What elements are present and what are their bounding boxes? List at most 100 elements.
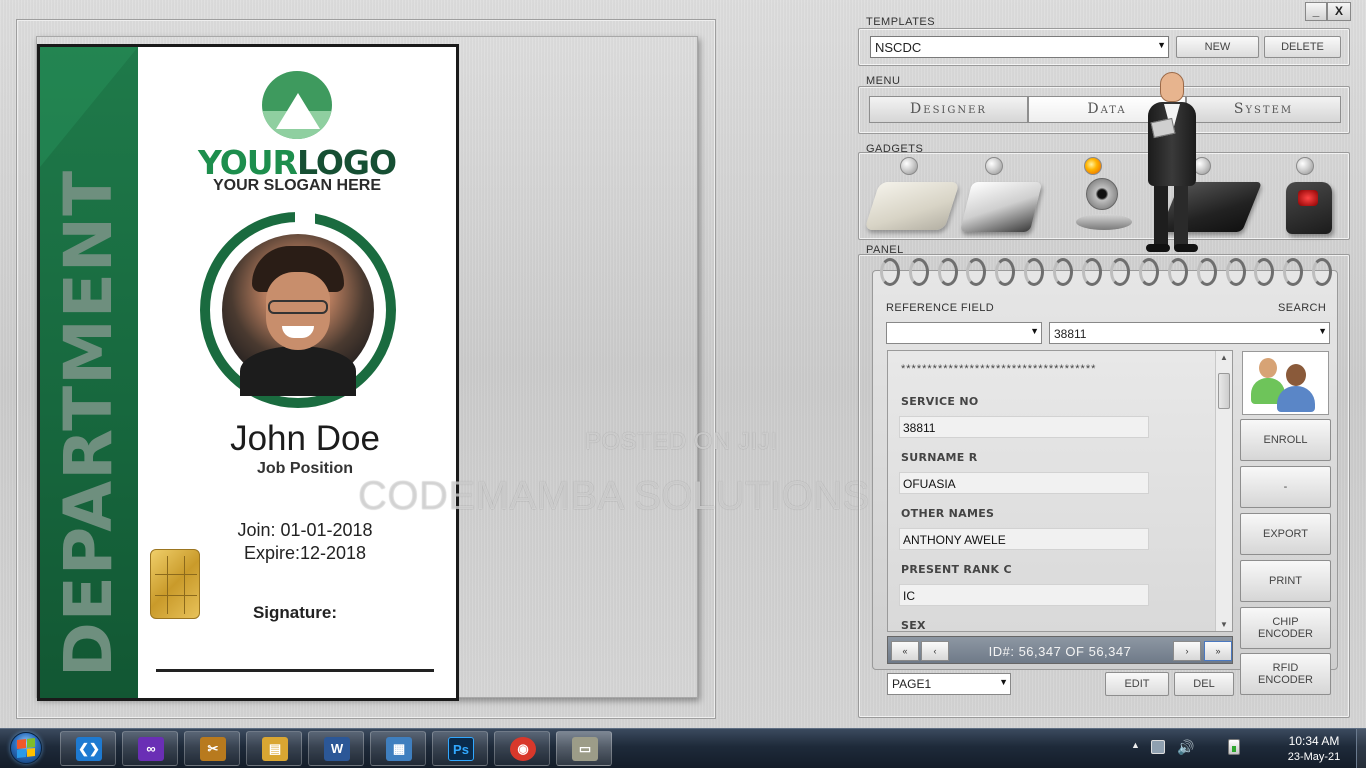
taskbar-app-photoshop[interactable]: Ps <box>432 731 488 766</box>
users-button[interactable] <box>1242 351 1329 415</box>
taskbar-app-tools[interactable]: ✂ <box>184 731 240 766</box>
volume-icon[interactable]: 🔊 <box>1177 739 1194 756</box>
spiral-binding <box>880 258 1332 290</box>
watermark-posted: POSTED ON JIJI <box>585 428 778 455</box>
close-button[interactable]: X <box>1327 2 1351 21</box>
fingerprint-status-led <box>1296 157 1314 175</box>
search-combo[interactable]: 38811 ▼ <box>1049 322 1330 344</box>
card-signature-label: Signature: <box>252 603 338 622</box>
card-reader-status-led <box>900 157 918 175</box>
card-printer-icon[interactable] <box>959 182 1043 232</box>
fingerprint-scanner-icon[interactable] <box>1286 182 1332 234</box>
last-record-button[interactable]: » <box>1204 641 1232 661</box>
record-navigator: « ‹ ID#: 56,347 OF 56,347 › » <box>887 636 1233 664</box>
photo-ring-gap <box>295 205 315 227</box>
id-card-app-icon: ▭ <box>572 737 598 761</box>
chevron-down-icon: ▼ <box>1030 326 1039 336</box>
field-label-other-names: OTHER NAMES <box>901 507 995 520</box>
chip-encoder-button[interactable]: CHIP ENCODER <box>1240 607 1331 649</box>
card-expire-date: Expire:12-2018 <box>243 543 367 563</box>
rfid-encoder-button[interactable]: RFID ENCODER <box>1240 653 1331 695</box>
photoshop-icon: Ps <box>448 737 474 761</box>
word-icon: W <box>324 737 350 761</box>
separator-text: ************************************* <box>901 363 1097 375</box>
control-panel-icon: ▦ <box>386 737 412 761</box>
template-select[interactable]: NSCDC ▼ <box>870 36 1169 58</box>
taskbar-app-explorer[interactable]: ▤ <box>246 731 302 766</box>
field-label-surname: SURNAME R <box>901 451 978 464</box>
taskbar-app-word[interactable]: W <box>308 731 364 766</box>
chrome-icon: ◉ <box>510 737 536 761</box>
fields-scrollbar[interactable]: ▲ ▼ <box>1215 351 1232 631</box>
usb-tray-icon[interactable] <box>1228 739 1240 755</box>
tools-icon: ✂ <box>200 737 226 761</box>
dash-button[interactable]: - <box>1240 466 1331 508</box>
export-button[interactable]: EXPORT <box>1240 513 1331 555</box>
field-label-sex: SEX <box>901 619 926 632</box>
show-hidden-icons-arrow[interactable]: ▲ <box>1131 740 1140 750</box>
field-surname[interactable]: OFUASIA <box>899 472 1149 494</box>
signature-line <box>156 669 434 672</box>
taskbar-app-control-panel[interactable]: ▦ <box>370 731 426 766</box>
taskbar-app-vscode[interactable]: ❮❯ <box>60 731 116 766</box>
card-holder-name: John Doe <box>230 419 380 458</box>
tab-system[interactable]: System <box>1186 96 1341 123</box>
search-value: 38811 <box>1054 327 1087 341</box>
card-reader-icon[interactable] <box>864 182 960 230</box>
new-template-button[interactable]: NEW <box>1176 36 1259 58</box>
taskbar-app-infinity[interactable]: ∞ <box>122 731 178 766</box>
start-button[interactable] <box>4 729 48 767</box>
taskbar-app-id-designer[interactable]: ▭ <box>556 731 612 766</box>
reference-field-label: REFERENCE FIELD <box>886 302 995 314</box>
field-present-rank[interactable]: IC <box>899 584 1149 606</box>
field-other-names[interactable]: ANTHONY AWELE <box>899 528 1149 550</box>
scroll-down-icon[interactable]: ▼ <box>1220 620 1228 629</box>
holder-photo[interactable] <box>222 234 374 396</box>
logo-icon <box>262 71 332 139</box>
windows-flag-icon <box>17 738 35 758</box>
webcam-icon[interactable] <box>1072 176 1132 234</box>
card-department-text: DEPARTMENT <box>50 169 127 677</box>
users-icon-secondary <box>1277 364 1315 412</box>
tab-designer[interactable]: Designer <box>869 96 1028 123</box>
chevron-down-icon: ▼ <box>1318 326 1327 336</box>
folder-icon: ▤ <box>262 737 288 761</box>
card-printer-status-led <box>985 157 1003 175</box>
card-slogan: YOUR SLOGAN HERE <box>212 177 381 194</box>
edit-button[interactable]: EDIT <box>1105 672 1169 696</box>
id-card-preview[interactable]: DEPARTMENT YOURLOGO YOUR SLOGAN HERE Joh… <box>37 44 459 701</box>
minimize-button[interactable]: _ <box>1305 2 1327 21</box>
clock-date[interactable]: 23-May-21 <box>1276 751 1352 763</box>
page-select-value: PAGE1 <box>892 677 932 691</box>
templates-label: TEMPLATES <box>866 16 936 28</box>
clock-time[interactable]: 10:34 AM <box>1276 734 1352 748</box>
print-button[interactable]: PRINT <box>1240 560 1331 602</box>
webcam-status-led <box>1084 157 1102 175</box>
field-label-service-no: SERVICE NO <box>901 395 979 408</box>
delete-template-button[interactable]: DELETE <box>1264 36 1341 58</box>
chevron-down-icon: ▼ <box>1157 40 1166 50</box>
butler-mascot-icon <box>1136 72 1206 254</box>
infinity-icon: ∞ <box>138 737 164 761</box>
next-record-button[interactable]: › <box>1173 641 1201 661</box>
card-stripe-accent <box>40 47 138 167</box>
first-record-button[interactable]: « <box>891 641 919 661</box>
record-counter: ID#: 56,347 OF 56,347 <box>988 644 1132 659</box>
search-label: SEARCH <box>1278 302 1327 314</box>
scrollbar-thumb[interactable] <box>1218 373 1230 409</box>
del-button[interactable]: DEL <box>1174 672 1234 696</box>
smart-chip-icon <box>150 549 200 619</box>
reference-field-select[interactable]: ▼ <box>886 322 1042 344</box>
chevron-down-icon: ▼ <box>999 677 1008 687</box>
enroll-button[interactable]: ENROLL <box>1240 419 1331 461</box>
prev-record-button[interactable]: ‹ <box>921 641 949 661</box>
template-selected-value: NSCDC <box>875 40 922 55</box>
scroll-up-icon[interactable]: ▲ <box>1220 353 1228 362</box>
card-join-date: Join: 01-01-2018 <box>237 520 373 540</box>
taskbar-app-chrome[interactable]: ◉ <box>494 731 550 766</box>
network-tray-icon[interactable] <box>1151 740 1165 754</box>
record-fields-list[interactable]: ************************************* SE… <box>887 350 1233 632</box>
page-select[interactable]: PAGE1 ▼ <box>887 673 1011 695</box>
show-desktop-button[interactable] <box>1356 729 1366 768</box>
field-service-no[interactable]: 38811 <box>899 416 1149 438</box>
